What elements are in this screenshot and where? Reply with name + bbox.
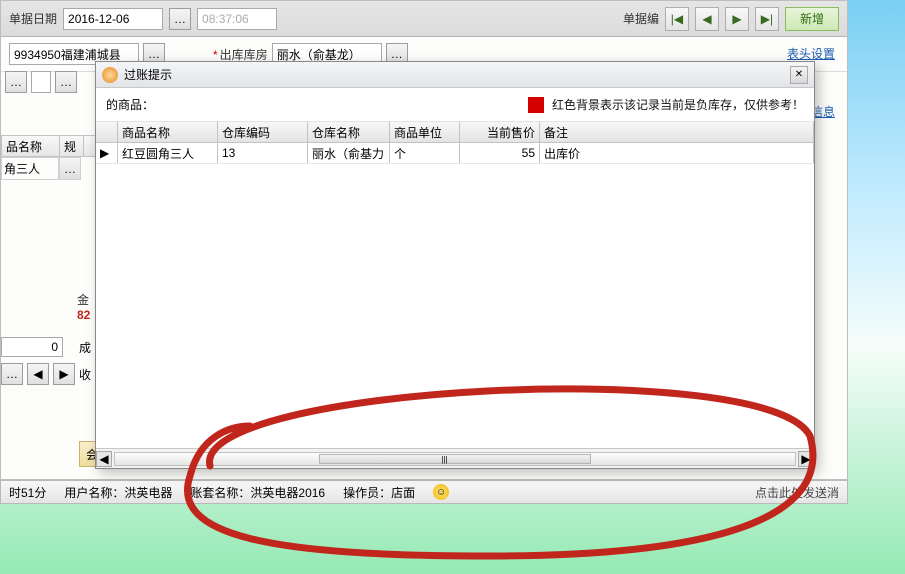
cell-product-name: 红豆圆角三人 (118, 143, 218, 163)
cell-price: 55 (460, 143, 540, 163)
send-message-link[interactable]: 点击此处发送消 (755, 484, 839, 501)
header-setting-link[interactable]: 表头设置 (787, 45, 835, 62)
date-picker-button[interactable]: … (169, 8, 191, 30)
dialog-lead-text: 的商品： (106, 96, 154, 113)
dialog-grid-body[interactable]: ▶ 红豆圆角三人 13 丽水（俞基力 个 55 出库价 (96, 143, 814, 448)
nav-first-button[interactable]: |◀ (665, 7, 689, 31)
nav-last-button[interactable]: ▶| (755, 7, 779, 31)
col-warehouse-code[interactable]: 仓库编码 (218, 122, 308, 142)
row-selector[interactable]: ▶ (96, 143, 118, 163)
scroll-grip-icon: ||| (441, 455, 447, 464)
back-cell-name[interactable]: 角三人 (1, 157, 59, 180)
docno-label: 单据编 (623, 10, 659, 27)
date-input[interactable]: 2016-12-06 (63, 8, 163, 30)
mini-left-button[interactable]: ◀ (27, 363, 49, 385)
amount-label: 金 (77, 291, 90, 308)
posting-dialog: 过账提示 ✕ 的商品： 红色背景表示该记录当前是负库存，仅供参考！ 商品名称 仓… (95, 61, 815, 469)
cell-remark: 出库价 (540, 143, 814, 163)
back-col-name: 品名称 (2, 136, 60, 156)
back-grid-row: 角三人 … (1, 157, 101, 180)
col-warehouse-name[interactable]: 仓库名称 (308, 122, 390, 142)
dialog-titlebar[interactable]: 过账提示 ✕ (96, 62, 814, 88)
nav-prev-button[interactable]: ◀ (695, 7, 719, 31)
warehouse-label: 出库库房 (213, 46, 268, 63)
col-product-name[interactable]: 商品名称 (118, 122, 218, 142)
zero-input[interactable] (1, 337, 63, 357)
back-cell-picker[interactable]: … (59, 157, 81, 180)
scroll-track[interactable]: ||| (114, 452, 796, 466)
dialog-grid-header: 商品名称 仓库编码 仓库名称 商品单位 当前售价 备注 (96, 122, 814, 143)
dialog-title-text: 过账提示 (124, 66, 172, 83)
col-unit[interactable]: 商品单位 (390, 122, 460, 142)
mini-right-button[interactable]: ▶ (53, 363, 75, 385)
dialog-hscrollbar[interactable]: ◀ ||| ▶ (96, 448, 814, 468)
scroll-left-button[interactable]: ◀ (96, 451, 112, 467)
cell-warehouse-code: 13 (218, 143, 308, 163)
status-account-label: 账套名称： (190, 486, 250, 500)
mini-picker[interactable]: … (1, 363, 23, 385)
side-label-shou: 收 (79, 366, 91, 383)
status-account-value: 洪英电器2016 (250, 486, 325, 500)
status-bar: 时51分 用户名称：洪英电器 账套名称：洪英电器2016 操作员：店面 ☺ 点击… (0, 480, 848, 504)
table-row[interactable]: ▶ 红豆圆角三人 13 丽水（俞基力 个 55 出库价 (96, 143, 814, 164)
extra-picker-1[interactable]: … (5, 71, 27, 93)
extra-input-1[interactable] (31, 71, 51, 93)
close-icon[interactable]: ✕ (790, 66, 808, 84)
cell-unit: 个 (390, 143, 460, 163)
new-button[interactable]: 新增 (785, 7, 839, 31)
date-label: 单据日期 (9, 10, 57, 27)
red-swatch-icon (528, 97, 544, 113)
dialog-notice-text: 红色背景表示该记录当前是负库存，仅供参考！ (552, 96, 804, 113)
scroll-thumb[interactable] (319, 454, 591, 464)
status-time: 时51分 (9, 484, 46, 501)
status-operator-value: 店面 (391, 486, 415, 500)
side-label-cheng: 成 (79, 339, 91, 356)
status-user-label: 用户名称： (64, 486, 124, 500)
cell-warehouse-name: 丽水（俞基力 (308, 143, 390, 163)
main-toolbar: 单据日期 2016-12-06 … 08:37:06 单据编 |◀ ◀ ▶ ▶|… (1, 1, 847, 37)
smile-icon: ☺ (433, 484, 449, 500)
time-input[interactable]: 08:37:06 (197, 8, 277, 30)
amount-value: 82 (77, 308, 90, 322)
back-grid-header: 品名称 规 (1, 135, 101, 157)
back-col-spec: 规 (60, 136, 84, 156)
dialog-icon (102, 67, 118, 83)
col-remark[interactable]: 备注 (540, 122, 814, 142)
status-operator-label: 操作员： (343, 486, 391, 500)
col-price[interactable]: 当前售价 (460, 122, 540, 142)
scroll-right-button[interactable]: ▶ (798, 451, 814, 467)
status-user-value: 洪英电器 (124, 486, 172, 500)
nav-next-button[interactable]: ▶ (725, 7, 749, 31)
extra-picker-2[interactable]: … (55, 71, 77, 93)
